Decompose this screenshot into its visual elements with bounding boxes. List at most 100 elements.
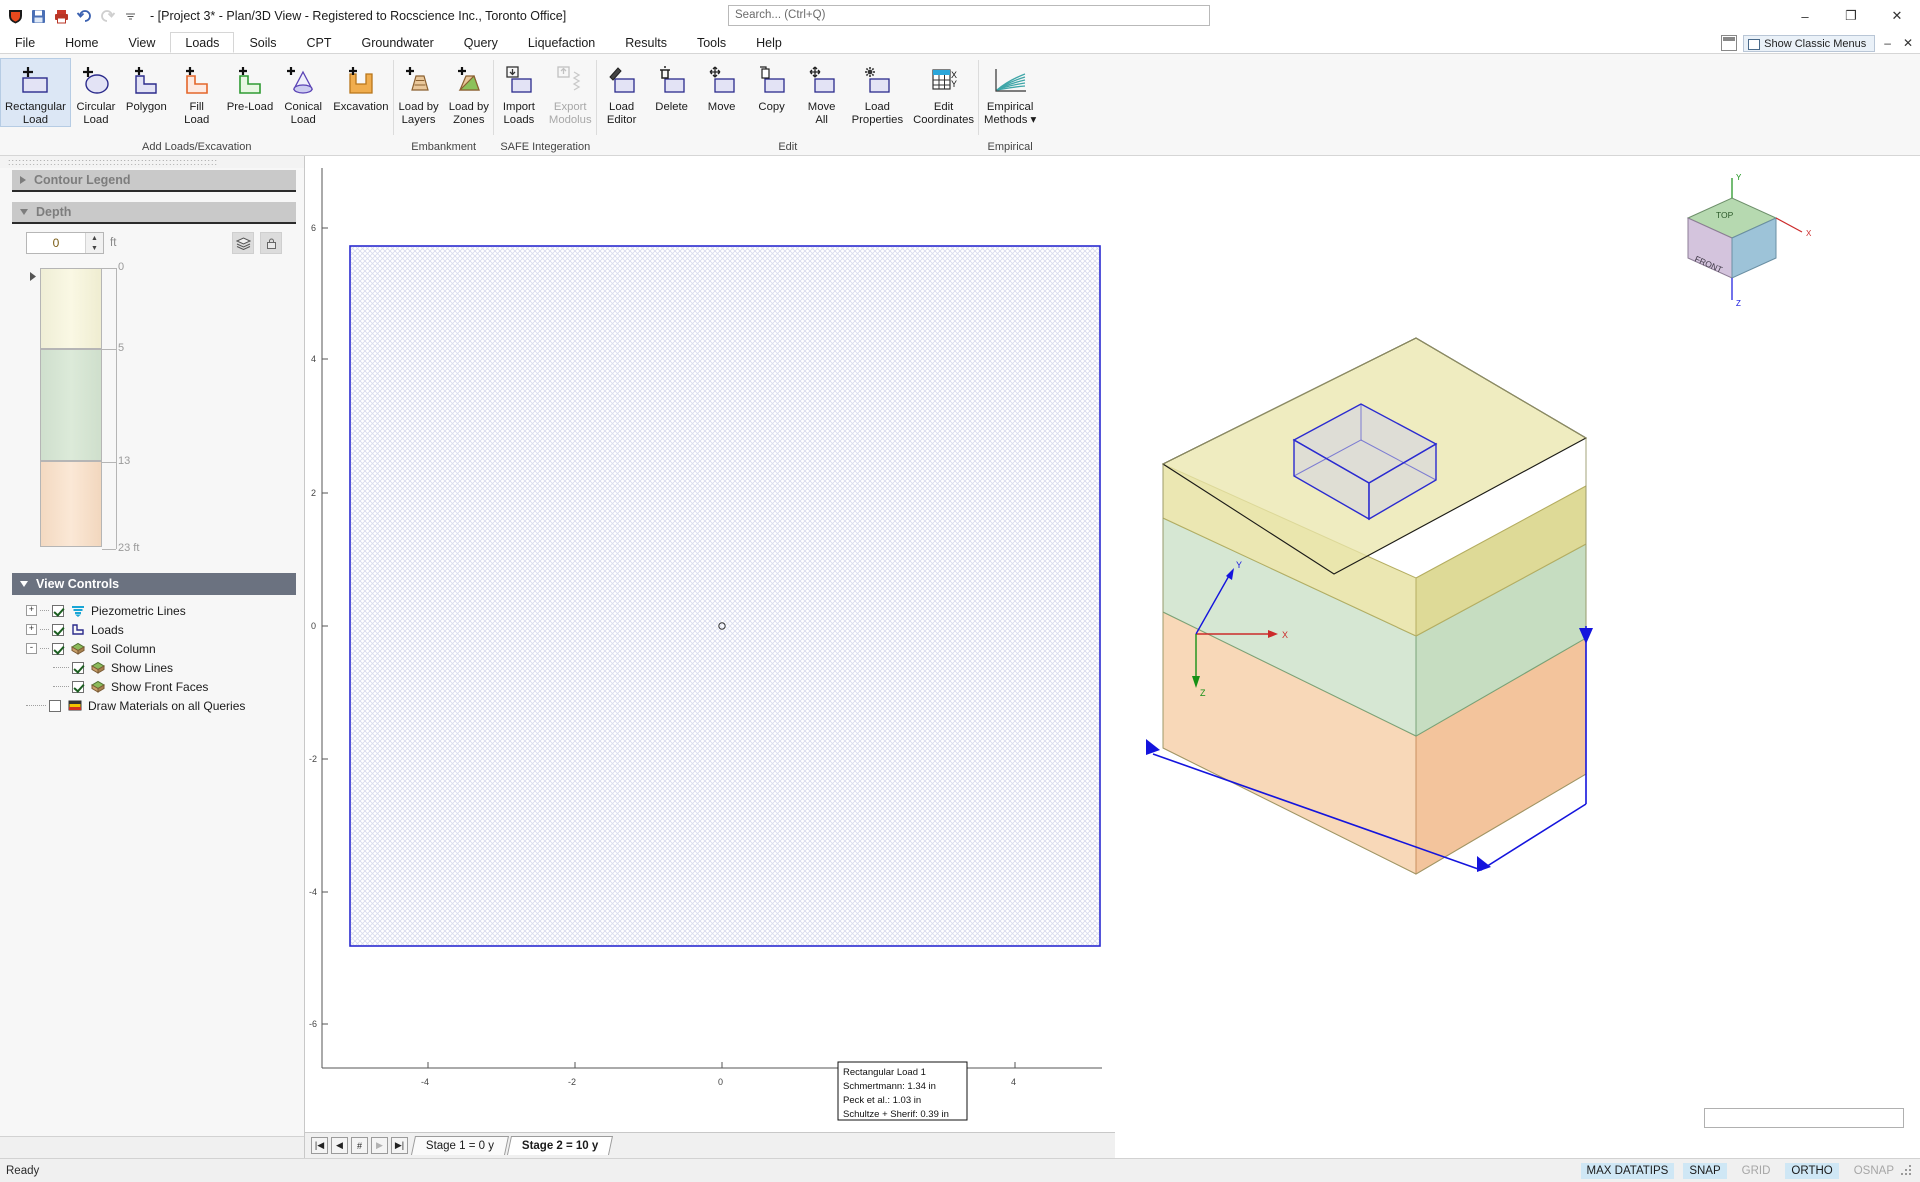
tree-expander-expand[interactable]: +: [26, 624, 37, 635]
tab-liquefaction[interactable]: Liquefaction: [513, 32, 610, 53]
tree-expander-collapse[interactable]: -: [26, 643, 37, 654]
search-input[interactable]: Search... (Ctrl+Q): [728, 5, 1210, 26]
quick-access-toolbar[interactable]: [0, 7, 140, 26]
depth-header[interactable]: Depth: [12, 202, 296, 224]
close-ribbon-button[interactable]: ✕: [1900, 36, 1916, 50]
ribbon-button-load-properties[interactable]: Load Properties: [847, 58, 909, 126]
coordinate-entry-box[interactable]: [1704, 1108, 1904, 1128]
tab-query[interactable]: Query: [449, 32, 513, 53]
tree-checkbox[interactable]: [72, 661, 84, 674]
layers-icon[interactable]: [232, 232, 254, 254]
contour-legend-panel[interactable]: Contour Legend: [12, 170, 296, 192]
window-title: - [Project 3* - Plan/3D View - Registere…: [150, 9, 567, 23]
show-classic-menus-button[interactable]: Show Classic Menus: [1743, 34, 1876, 52]
customize-qat-chevron-icon[interactable]: [121, 7, 140, 26]
tree-checkbox[interactable]: [52, 642, 64, 655]
panel-drag-grip[interactable]: ::::::::::::::::::::::::::::::::::::::::…: [0, 156, 304, 168]
ribbon-button-load-by-layers[interactable]: Load by Layers: [394, 58, 444, 126]
stage-nav-button-0[interactable]: |◀: [311, 1137, 328, 1154]
tree-checkbox[interactable]: [49, 699, 61, 712]
ribbon-button-import-loads[interactable]: Import Loads: [494, 58, 544, 126]
depth-value[interactable]: 0: [27, 236, 85, 250]
tab-soils[interactable]: Soils: [234, 32, 291, 53]
ribbon-button-edit-coordinates[interactable]: X Y Edit Coordinates: [908, 58, 979, 126]
stage-nav-button-2[interactable]: #: [351, 1137, 368, 1154]
status-indicator-osnap[interactable]: OSNAP: [1848, 1163, 1900, 1179]
tab-results[interactable]: Results: [610, 32, 682, 53]
ribbon-button-delete[interactable]: Delete: [647, 58, 697, 114]
view-3d-pane[interactable]: X Y Z TOP FRONT Y X Z: [1116, 156, 1920, 1158]
tree-item-draw-materials-on-all-queries[interactable]: Draw Materials on all Queries: [26, 696, 296, 715]
ribbon-button-conical-load[interactable]: Conical Load: [278, 58, 328, 126]
ribbon-button-move-all[interactable]: Move All: [797, 58, 847, 126]
print-icon[interactable]: [52, 7, 71, 26]
tab-loads[interactable]: Loads: [170, 32, 235, 53]
plan-view-pane[interactable]: 6 4 2 0 -2 -4 -6 -4 -2 0 2 4: [305, 156, 1116, 1158]
stage-nav-button-1[interactable]: ◀: [331, 1137, 348, 1154]
ribbon-button-rectangular-load[interactable]: Rectangular Load: [0, 58, 71, 127]
close-button[interactable]: ✕: [1874, 0, 1920, 32]
tab-help[interactable]: Help: [741, 32, 797, 53]
ribbon-button-load-editor[interactable]: Load Editor: [597, 58, 647, 126]
tree-item-show-front-faces[interactable]: Show Front Faces: [26, 677, 296, 696]
ribbon-button-excavation[interactable]: Excavation: [328, 58, 393, 114]
view-controls-header[interactable]: View Controls: [12, 573, 296, 595]
ribbon-button-copy[interactable]: Copy: [747, 58, 797, 114]
tree-item-piezometric-lines[interactable]: + Piezometric Lines: [26, 601, 296, 620]
save-icon[interactable]: [29, 7, 48, 26]
status-indicator-ortho[interactable]: ORTHO: [1785, 1162, 1839, 1179]
tree-item-soil-column[interactable]: - Soil Column: [26, 639, 296, 658]
status-indicator-snap[interactable]: SNAP: [1683, 1162, 1727, 1179]
tree-expander-expand[interactable]: +: [26, 605, 37, 616]
tree-checkbox[interactable]: [52, 604, 64, 617]
minimize-ribbon-button[interactable]: ‒: [1881, 36, 1894, 50]
tab-file[interactable]: File: [0, 32, 50, 53]
redo-icon[interactable]: [98, 7, 117, 26]
view-controls-tree[interactable]: + Piezometric Lines + Loads - Soil Column Show…: [12, 595, 296, 715]
ribbon[interactable]: Rectangular Load Circular Load Polygon Fill…: [0, 54, 1920, 156]
status-indicators[interactable]: MAX DATATIPS SNAP GRID ORTHO OSNAP: [1580, 1162, 1900, 1179]
ribbon-tabstrip[interactable]: File Home View Loads Soils CPT Groundwater Quer…: [0, 32, 1920, 54]
view-controls-panel[interactable]: View Controls + Piezometric Lines + Loads - S…: [12, 573, 296, 715]
tree-item-show-lines[interactable]: Show Lines: [26, 658, 296, 677]
view-3d-canvas[interactable]: X Y Z TOP FRONT Y X Z: [1116, 156, 1920, 1158]
tab-tools[interactable]: Tools: [682, 32, 741, 53]
minimize-button[interactable]: –: [1782, 0, 1828, 32]
ribbon-button-circular-load[interactable]: Circular Load: [71, 58, 121, 126]
ribbon-button-load-by-zones[interactable]: Load by Zones: [444, 58, 494, 126]
status-indicator-max-datatips[interactable]: MAX DATATIPS: [1580, 1162, 1675, 1179]
stage-tabs-bar[interactable]: |◀ ◀ # ▶ ▶| Stage 1 = 0 y Stage 2 = 10 y: [305, 1132, 1115, 1158]
stage-nav-button-4[interactable]: ▶|: [391, 1137, 408, 1154]
depth-buttons[interactable]: [232, 232, 296, 254]
plan-view-canvas[interactable]: 6 4 2 0 -2 -4 -6 -4 -2 0 2 4: [305, 156, 1116, 1158]
tree-checkbox[interactable]: [72, 680, 84, 693]
ribbon-button-fill-load[interactable]: Fill Load: [172, 58, 222, 126]
ribbon-button-pre-load[interactable]: Pre-Load: [222, 58, 278, 114]
tree-item-loads[interactable]: + Loads: [26, 620, 296, 639]
ribbon-button-polygon[interactable]: Polygon: [121, 58, 172, 114]
tab-groundwater[interactable]: Groundwater: [347, 32, 449, 53]
tree-checkbox[interactable]: [52, 623, 64, 636]
window-buttons[interactable]: – ❐ ✕: [1782, 0, 1920, 32]
spinner-down-icon[interactable]: ▼: [86, 243, 103, 253]
ribbon-button-empirical-methods[interactable]: Empirical Methods ▾: [979, 58, 1041, 126]
lock-icon[interactable]: [260, 232, 282, 254]
undo-icon[interactable]: [75, 7, 94, 26]
contour-legend-header[interactable]: Contour Legend: [12, 170, 296, 192]
tab-home[interactable]: Home: [50, 32, 113, 53]
tabstrip-right-controls[interactable]: Show Classic Menus ‒ ✕: [1721, 32, 1920, 54]
tab-cpt[interactable]: CPT: [292, 32, 347, 53]
maximize-button[interactable]: ❐: [1828, 0, 1874, 32]
depth-spinner-arrows[interactable]: ▲ ▼: [85, 233, 103, 253]
stage-tab-stage-2-10-y[interactable]: Stage 2 = 10 y: [507, 1136, 614, 1155]
spinner-up-icon[interactable]: ▲: [86, 233, 103, 243]
depth-spinner[interactable]: 0 ▲ ▼: [26, 232, 104, 254]
depth-panel[interactable]: Depth 0 ▲ ▼ ft 0 5 13 23 ft: [12, 202, 296, 554]
status-indicator-grid[interactable]: GRID: [1736, 1163, 1777, 1179]
tab-view[interactable]: View: [114, 32, 171, 53]
ribbon-layout-icon[interactable]: [1721, 35, 1738, 51]
resize-grip-icon[interactable]: [1900, 1164, 1914, 1178]
stage-tab-stage-1-0-y[interactable]: Stage 1 = 0 y: [410, 1136, 510, 1155]
rocscience-shield-icon[interactable]: [6, 7, 25, 26]
ribbon-button-move[interactable]: Move: [697, 58, 747, 114]
